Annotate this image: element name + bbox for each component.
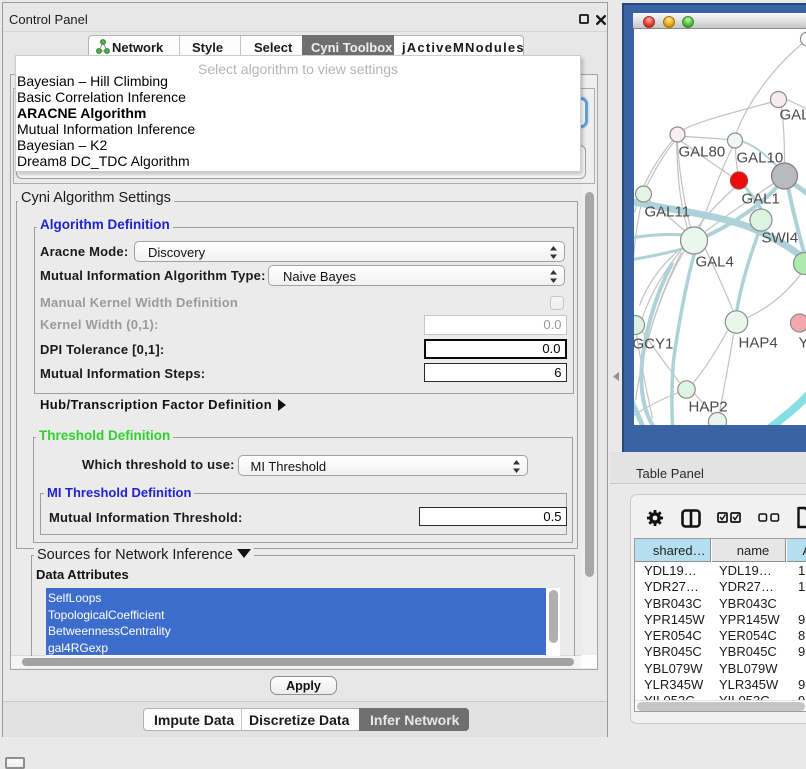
svg-text:GCY1: GCY1 (634, 335, 673, 352)
svg-text:SWI4: SWI4 (761, 229, 798, 246)
svg-text:GAL11: GAL11 (644, 203, 690, 220)
svg-text:GAL7: GAL7 (779, 106, 806, 123)
svg-text:GAL10: GAL10 (736, 149, 783, 166)
svg-text:GAL1: GAL1 (741, 190, 779, 207)
svg-text:HAP4: HAP4 (738, 334, 777, 351)
svg-text:HAP2: HAP2 (688, 398, 727, 415)
svg-text:YM: YM (798, 334, 806, 351)
svg-text:GAL4: GAL4 (695, 253, 733, 270)
svg-text:GAL80: GAL80 (678, 143, 725, 160)
